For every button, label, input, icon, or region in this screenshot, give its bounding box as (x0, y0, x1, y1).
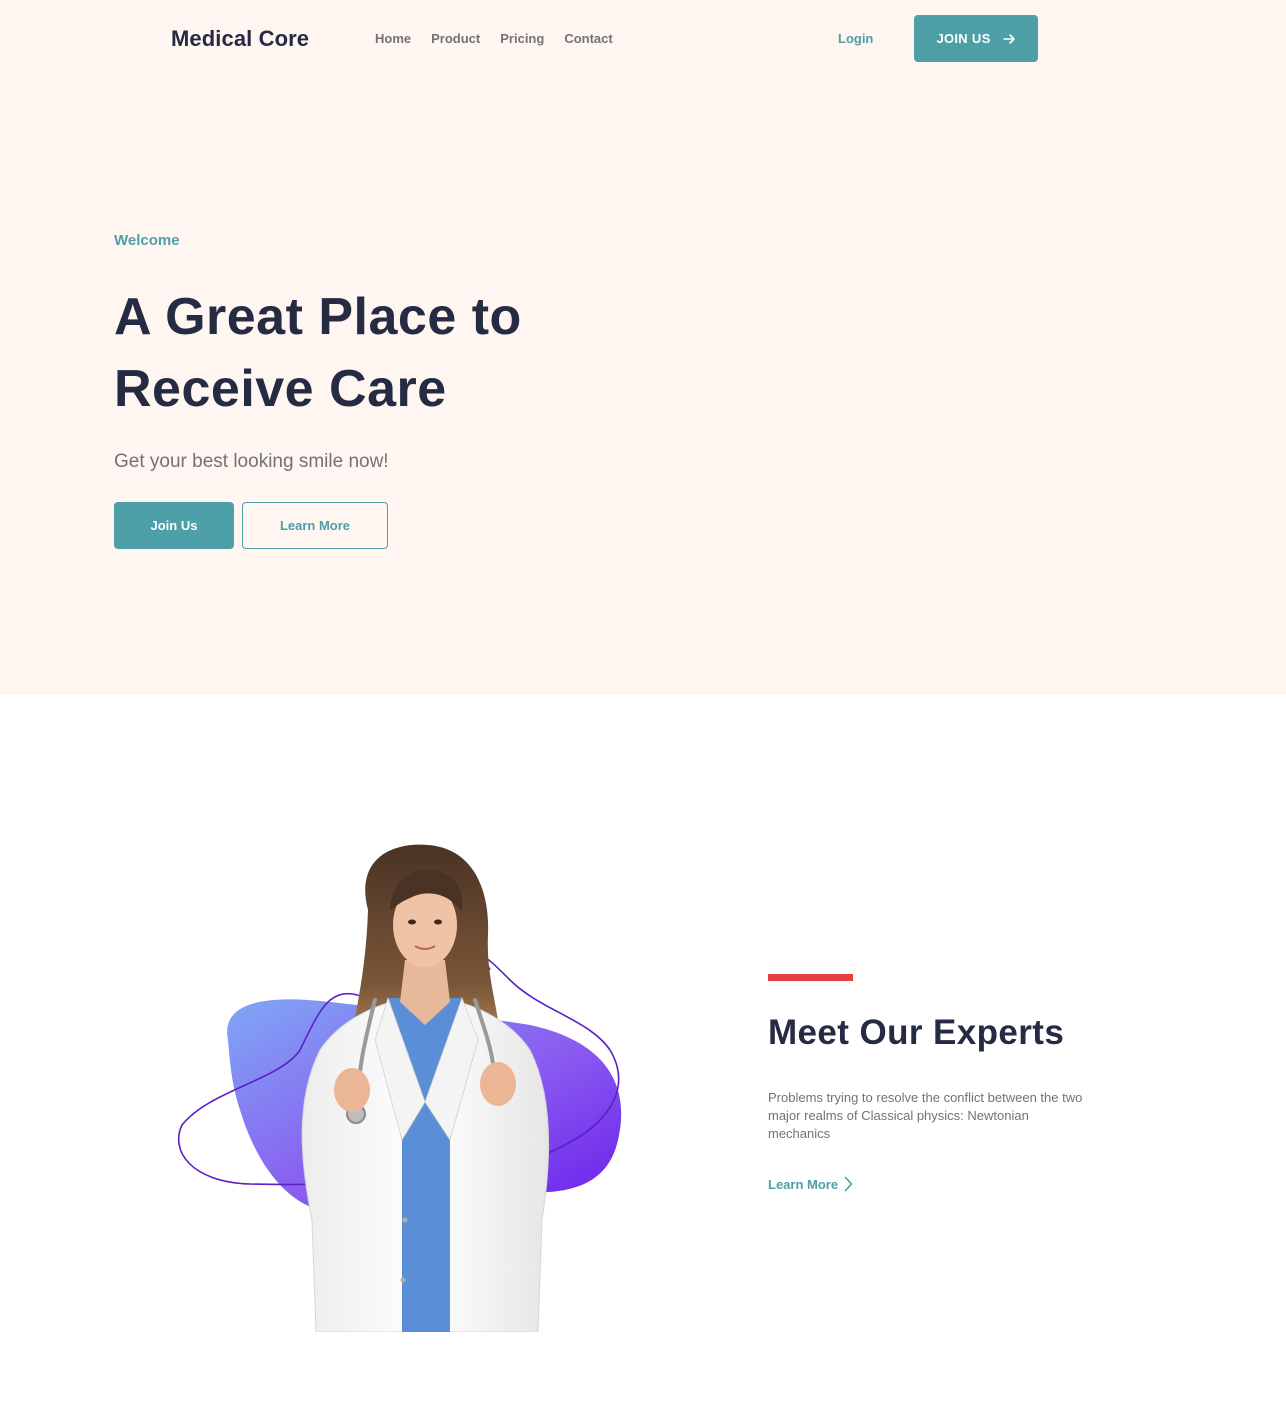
navbar: Medical Core Home Product Pricing Contac… (0, 0, 1286, 78)
doctor-image (177, 844, 622, 1332)
chevron-right-icon (844, 1176, 853, 1192)
hand-right (480, 1062, 516, 1106)
hero-section: Medical Core Home Product Pricing Contac… (0, 0, 1286, 695)
hero-subtitle: Get your best looking smile now! (114, 451, 389, 472)
hero-eyebrow: Welcome (114, 232, 180, 249)
nav-link-pricing[interactable]: Pricing (500, 31, 544, 46)
nav-link-product[interactable]: Product (431, 31, 480, 46)
hero-title: A Great Place to Receive Care (114, 281, 674, 425)
section-accent-line (768, 974, 853, 981)
experts-title: Meet Our Experts (768, 1013, 1065, 1052)
eye-right (434, 919, 442, 925)
hero-title-line-1: A Great Place to (114, 288, 522, 346)
join-us-nav-button[interactable]: JOIN US (914, 15, 1038, 62)
scrubs-pants (402, 1102, 450, 1332)
hand-left (334, 1068, 370, 1112)
experts-description: Problems trying to resolve the conflict … (768, 1090, 1083, 1141)
nav-link-home[interactable]: Home (375, 31, 411, 46)
hero-title-line-2: Receive Care (114, 360, 447, 418)
join-us-nav-label: JOIN US (936, 31, 991, 46)
nav-links: Home Product Pricing Contact (375, 31, 613, 46)
nav-link-contact[interactable]: Contact (564, 31, 612, 46)
logo[interactable]: Medical Core (171, 26, 309, 52)
coat-button (402, 1217, 408, 1223)
coat-button (400, 1277, 406, 1283)
experts-learn-more-label: Learn More (768, 1176, 839, 1192)
join-us-button[interactable]: Join Us (114, 502, 234, 549)
eye-left (408, 919, 416, 925)
login-link[interactable]: Login (838, 31, 873, 46)
learn-more-button[interactable]: Learn More (242, 502, 388, 549)
arrow-right-icon (1002, 33, 1015, 44)
experts-learn-more-link[interactable]: Learn More (768, 1176, 853, 1192)
